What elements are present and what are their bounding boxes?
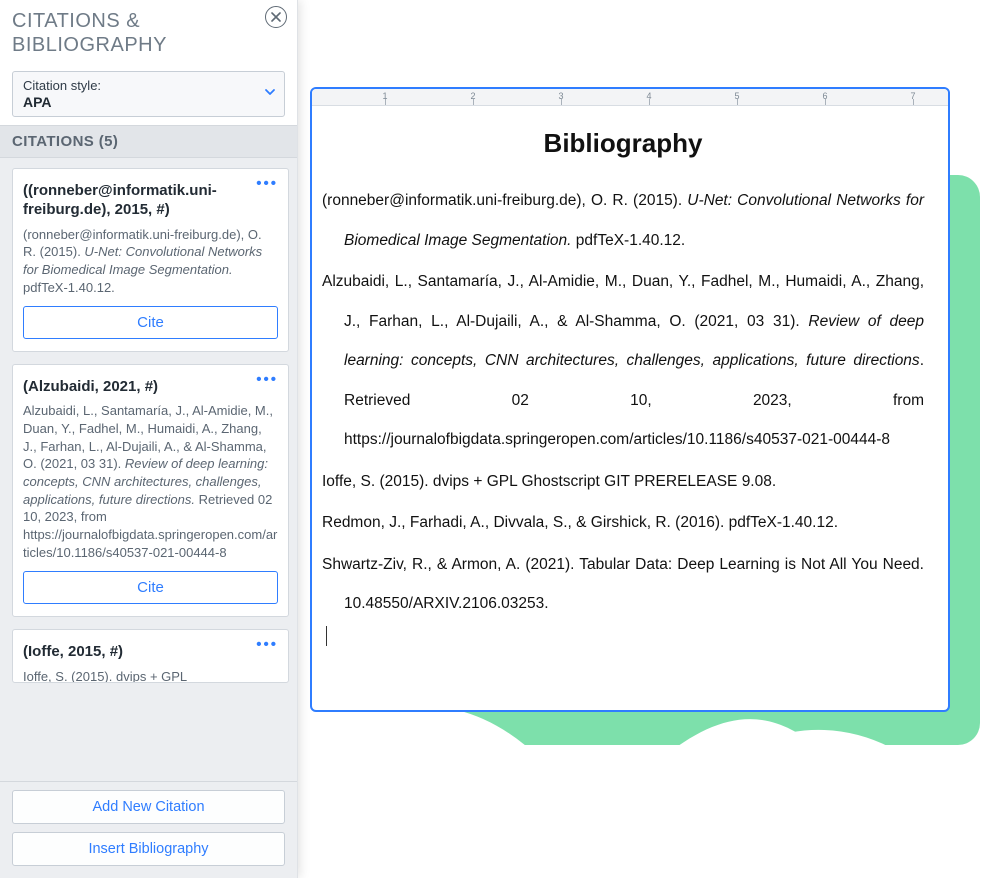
text-cursor	[326, 626, 327, 646]
close-button[interactable]	[265, 6, 287, 28]
citation-title: (Alzubaidi, 2021, #)	[23, 377, 278, 396]
bibliography-entry: Alzubaidi, L., Santamaría, J., Al-Amidie…	[322, 262, 924, 460]
cite-button[interactable]: Cite	[23, 306, 278, 339]
add-new-citation-button[interactable]: Add New Citation	[12, 790, 285, 824]
citation-style-value: APA	[23, 94, 256, 110]
citation-list[interactable]: ••• ((ronneber@informatik.uni-freiburg.d…	[0, 158, 297, 781]
citation-card: ••• ((ronneber@informatik.uni-freiburg.d…	[12, 168, 289, 352]
ruler-tick: 2	[466, 91, 480, 105]
citation-description: Alzubaidi, L., Santamaría, J., Al-Amidie…	[23, 402, 278, 561]
document-body[interactable]: Bibliography (ronneber@informatik.uni-fr…	[312, 106, 948, 710]
more-options-button[interactable]: •••	[254, 177, 280, 190]
ruler-tick: 4	[642, 91, 656, 105]
bibliography-entry: Ioffe, S. (2015). dvips + GPL Ghostscrip…	[322, 462, 924, 502]
citations-section-header: CITATIONS (5)	[0, 125, 297, 158]
citation-title: (Ioffe, 2015, #)	[23, 642, 278, 661]
horizontal-ruler: 1 2 3 4 5 6 7	[312, 89, 948, 106]
ruler-tick: 6	[818, 91, 832, 105]
citation-style-select[interactable]: Citation style: APA	[12, 71, 285, 117]
ruler-tick: 7	[906, 91, 920, 105]
citation-style-label: Citation style:	[23, 78, 256, 93]
citation-card: ••• (Ioffe, 2015, #) Ioffe, S. (2015). d…	[12, 629, 289, 683]
citation-description: (ronneber@informatik.uni-freiburg.de), O…	[23, 226, 278, 297]
more-options-button[interactable]: •••	[254, 638, 280, 651]
ruler-tick: 5	[730, 91, 744, 105]
bibliography-entry: Shwartz-Ziv, R., & Armon, A. (2021). Tab…	[322, 545, 924, 624]
bibliography-entry: Redmon, J., Farhadi, A., Divvala, S., & …	[322, 503, 924, 543]
citations-sidebar: CITATIONS & BIBLIOGRAPHY Citation style:…	[0, 0, 298, 878]
citation-card: ••• (Alzubaidi, 2021, #) Alzubaidi, L., …	[12, 364, 289, 617]
sidebar-header: CITATIONS & BIBLIOGRAPHY	[0, 0, 297, 61]
bibliography-entry: (ronneber@informatik.uni-freiburg.de), O…	[322, 181, 924, 260]
cite-button[interactable]: Cite	[23, 571, 278, 604]
insert-bibliography-button[interactable]: Insert Bibliography	[12, 832, 285, 866]
citation-description: Ioffe, S. (2015). dvips + GPL	[23, 668, 278, 684]
ruler-tick: 1	[378, 91, 392, 105]
document-preview: 1 2 3 4 5 6 7 Bibliography (ronneber@inf…	[310, 87, 950, 712]
sidebar-footer: Add New Citation Insert Bibliography	[0, 781, 297, 878]
chevron-down-icon	[264, 85, 276, 103]
ruler-tick: 3	[554, 91, 568, 105]
document-title: Bibliography	[322, 128, 924, 159]
citation-title: ((ronneber@informatik.uni-freiburg.de), …	[23, 181, 278, 219]
close-icon	[271, 12, 281, 22]
more-options-button[interactable]: •••	[254, 373, 280, 386]
sidebar-title: CITATIONS & BIBLIOGRAPHY	[12, 10, 253, 57]
